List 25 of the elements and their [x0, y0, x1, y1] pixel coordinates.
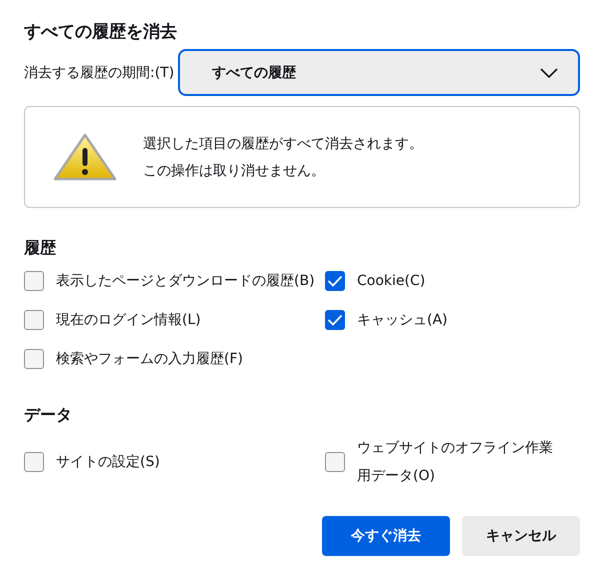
section-heading: データ [24, 405, 73, 426]
checkbox-label[interactable]: Cookie(C) [357, 267, 426, 295]
checkbox-label[interactable]: 表示したページとダウンロードの履歴(B) [56, 267, 315, 295]
warning-text: 選択した項目の履歴がすべて消去されます。 [143, 134, 423, 152]
checkbox[interactable] [24, 452, 44, 472]
checkbox-label[interactable]: キャッシュ(A) [357, 306, 448, 334]
clear-now-button[interactable]: 今すぐ消去 [322, 516, 450, 556]
warning-text: この操作は取り消せません。 [143, 162, 326, 180]
checkbox-label[interactable]: サイトの設定(S) [56, 448, 160, 476]
section-heading: 履歴 [24, 238, 57, 259]
checkbox[interactable] [24, 271, 44, 291]
checkbox-label[interactable]: ウェブサイトのオフライン作業用データ(O) [357, 434, 565, 490]
checkbox[interactable] [24, 349, 44, 369]
cancel-button[interactable]: キャンセル [462, 516, 580, 556]
range-label: 消去する履歴の期間:(T) [24, 64, 174, 82]
checkbox-label[interactable]: 現在のログイン情報(L) [56, 306, 201, 334]
dialog-title: すべての履歴を消去 [24, 21, 178, 43]
range-dropdown[interactable]: すべての履歴 [178, 49, 580, 96]
checkbox[interactable] [24, 310, 44, 330]
checkbox[interactable] [325, 310, 345, 330]
checkbox[interactable] [325, 452, 345, 472]
chevron-down-icon [540, 68, 558, 78]
warning-icon [53, 133, 117, 181]
checkbox[interactable] [325, 271, 345, 291]
checkbox-label[interactable]: 検索やフォームの入力履歴(F) [56, 345, 243, 373]
